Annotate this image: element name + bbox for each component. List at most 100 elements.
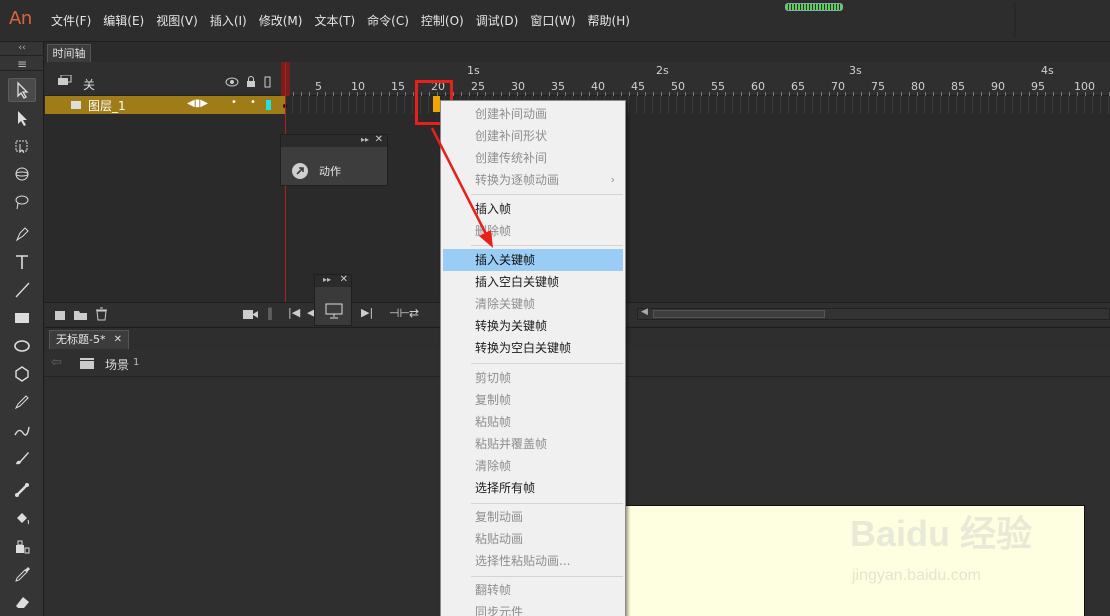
menu-item-insert-frame[interactable]: 插入帧: [443, 198, 623, 220]
menu-item-convert-to-blank-keyframe[interactable]: 转换为空白关键帧: [443, 337, 623, 359]
expand-icon[interactable]: ▸▸: [323, 275, 331, 284]
menu-edit[interactable]: 编辑(E): [97, 0, 150, 42]
menu-item-copy-frames[interactable]: 复制帧: [443, 389, 623, 411]
mini-floating-panel: ▸▸ ✕: [314, 274, 352, 326]
ruler-frame-label: 35: [551, 80, 565, 93]
camera-icon[interactable]: [243, 309, 259, 320]
oval-tool-icon[interactable]: [8, 334, 36, 358]
eye-icon[interactable]: [225, 76, 239, 88]
paint-brush-tool-icon[interactable]: [8, 418, 36, 442]
menu-item-remove-frames[interactable]: 删除帧: [443, 220, 623, 242]
subselection-tool-icon[interactable]: [8, 106, 36, 130]
menu-item-paste-motion-special[interactable]: 选择性粘贴动画...: [443, 550, 623, 572]
lock-dot-icon[interactable]: •: [250, 97, 256, 108]
menu-item-clear-keyframe[interactable]: 清除关键帧: [443, 293, 623, 315]
submenu-arrow-icon: ›: [610, 173, 615, 186]
mini-panel-header[interactable]: ▸▸ ✕: [315, 274, 351, 287]
line-tool-icon[interactable]: [8, 278, 36, 302]
menu-item-create-motion-tween[interactable]: 创建补间动画: [443, 103, 623, 125]
selection-tool-icon[interactable]: [8, 78, 36, 102]
menu-item-insert-blank-keyframe[interactable]: 插入空白关键帧: [443, 271, 623, 293]
3d-rotation-tool-icon[interactable]: [8, 162, 36, 186]
brush-tool-icon[interactable]: [8, 446, 36, 470]
text-tool-icon[interactable]: [8, 250, 36, 274]
collapse-icon[interactable]: ‹‹: [0, 42, 44, 54]
menu-item-create-shape-tween[interactable]: 创建补间形状: [443, 125, 623, 147]
rectangle-tool-icon[interactable]: [8, 306, 36, 330]
menu-item-insert-keyframe[interactable]: 插入关键帧: [443, 249, 623, 271]
menu-debug[interactable]: 调试(D): [470, 0, 525, 42]
lasso-tool-icon[interactable]: [8, 190, 36, 214]
loop-icon[interactable]: ⇄: [409, 306, 419, 320]
delete-icon[interactable]: [95, 307, 108, 321]
menu-text[interactable]: 文本(T): [308, 0, 361, 42]
monitor-icon[interactable]: [325, 303, 343, 319]
close-tab-icon[interactable]: ✕: [114, 331, 122, 349]
menu-item-cut-frames[interactable]: 剪切帧: [443, 367, 623, 389]
menu-view[interactable]: 视图(V): [150, 0, 204, 42]
paint-bucket-tool-icon[interactable]: [8, 506, 36, 530]
layer-row[interactable]: 图层_1 ◀▮▶ • •: [45, 96, 285, 114]
expand-icon[interactable]: ▸▸: [361, 135, 369, 144]
menu-item-convert-frame-by-frame[interactable]: 转换为逐帧动画 ›: [443, 169, 623, 191]
pen-tool-icon[interactable]: [8, 222, 36, 246]
menu-item-clear-frames[interactable]: 清除帧: [443, 455, 623, 477]
actions-label[interactable]: 动作: [319, 163, 341, 179]
visibility-dot-icon[interactable]: •: [231, 97, 237, 108]
menu-item-synchronize-symbols[interactable]: 同步元件: [443, 601, 623, 616]
layer-nav-icons[interactable]: ◀▮▶: [187, 98, 208, 109]
document-tab[interactable]: 无标题-5* ✕: [49, 330, 129, 350]
pencil-tool-icon[interactable]: [8, 390, 36, 414]
menu-commands[interactable]: 命令(C): [361, 0, 415, 42]
scroll-left-icon[interactable]: ◀: [641, 307, 648, 317]
bone-tool-icon[interactable]: [8, 478, 36, 502]
scrollbar-thumb[interactable]: [653, 310, 825, 318]
menu-window[interactable]: 窗口(W): [524, 0, 581, 42]
menu-item-paste-motion[interactable]: 粘贴动画: [443, 528, 623, 550]
center-frame-icon[interactable]: ⊣⊢: [389, 306, 410, 320]
panel-menu-icon[interactable]: ≡: [0, 55, 44, 71]
outline-icon[interactable]: [264, 76, 272, 88]
tab-timeline[interactable]: 时间轴: [47, 44, 91, 62]
layer-name[interactable]: 图层_1: [88, 97, 126, 114]
ruler-frame-label: 5: [315, 80, 322, 93]
ruler-frame-label: 30: [511, 80, 525, 93]
menu-separator: [471, 363, 623, 364]
menu-item-convert-to-keyframe[interactable]: 转换为关键帧: [443, 315, 623, 337]
timeline-scrollbar[interactable]: ◀: [637, 307, 1110, 320]
actions-panel-header[interactable]: ▸▸ ✕: [281, 134, 387, 147]
menu-item-copy-motion[interactable]: 复制动画: [443, 506, 623, 528]
back-arrow-icon[interactable]: ⇦: [51, 355, 62, 370]
menu-modify[interactable]: 修改(M): [253, 0, 309, 42]
ruler-second-label: 2s: [656, 64, 669, 77]
menu-item-select-all-frames[interactable]: 选择所有帧: [443, 477, 623, 499]
menu-item-reverse-frames[interactable]: 翻转帧: [443, 579, 623, 601]
menu-help[interactable]: 帮助(H): [582, 0, 636, 42]
scene-label[interactable]: 场景: [105, 356, 129, 373]
tools-panel: ‹‹ ≡: [0, 42, 44, 616]
ruler-frame-label: 15: [391, 80, 405, 93]
polystar-tool-icon[interactable]: [8, 362, 36, 386]
free-transform-tool-icon[interactable]: [8, 134, 36, 158]
eyedropper-tool-icon[interactable]: [8, 562, 36, 586]
menu-item-paste-frames[interactable]: 粘贴帧: [443, 411, 623, 433]
eraser-tool-icon[interactable]: [8, 590, 36, 614]
menu-control[interactable]: 控制(O): [415, 0, 470, 42]
close-icon[interactable]: ✕: [340, 274, 348, 285]
actions-icon[interactable]: [291, 162, 309, 180]
frames-row[interactable]: [285, 96, 1110, 114]
go-first-frame-icon[interactable]: |◀: [288, 306, 300, 319]
ruler-frame-label: 80: [911, 80, 925, 93]
ink-bottle-tool-icon[interactable]: [8, 534, 36, 558]
menu-insert[interactable]: 插入(I): [204, 0, 253, 42]
frame-ruler[interactable]: [285, 88, 1110, 96]
menu-item-create-classic-tween[interactable]: 创建传统补间: [443, 147, 623, 169]
new-folder-icon[interactable]: [73, 308, 89, 321]
lock-icon[interactable]: [246, 75, 256, 88]
new-layer-icon[interactable]: [54, 308, 68, 321]
menu-item-paste-overwrite-frames[interactable]: 粘贴并覆盖帧: [443, 433, 623, 455]
close-icon[interactable]: ✕: [375, 134, 383, 145]
menu-file[interactable]: 文件(F): [45, 0, 97, 42]
outline-color-swatch[interactable]: [266, 100, 271, 110]
go-last-frame-icon[interactable]: ▶|: [361, 306, 373, 319]
